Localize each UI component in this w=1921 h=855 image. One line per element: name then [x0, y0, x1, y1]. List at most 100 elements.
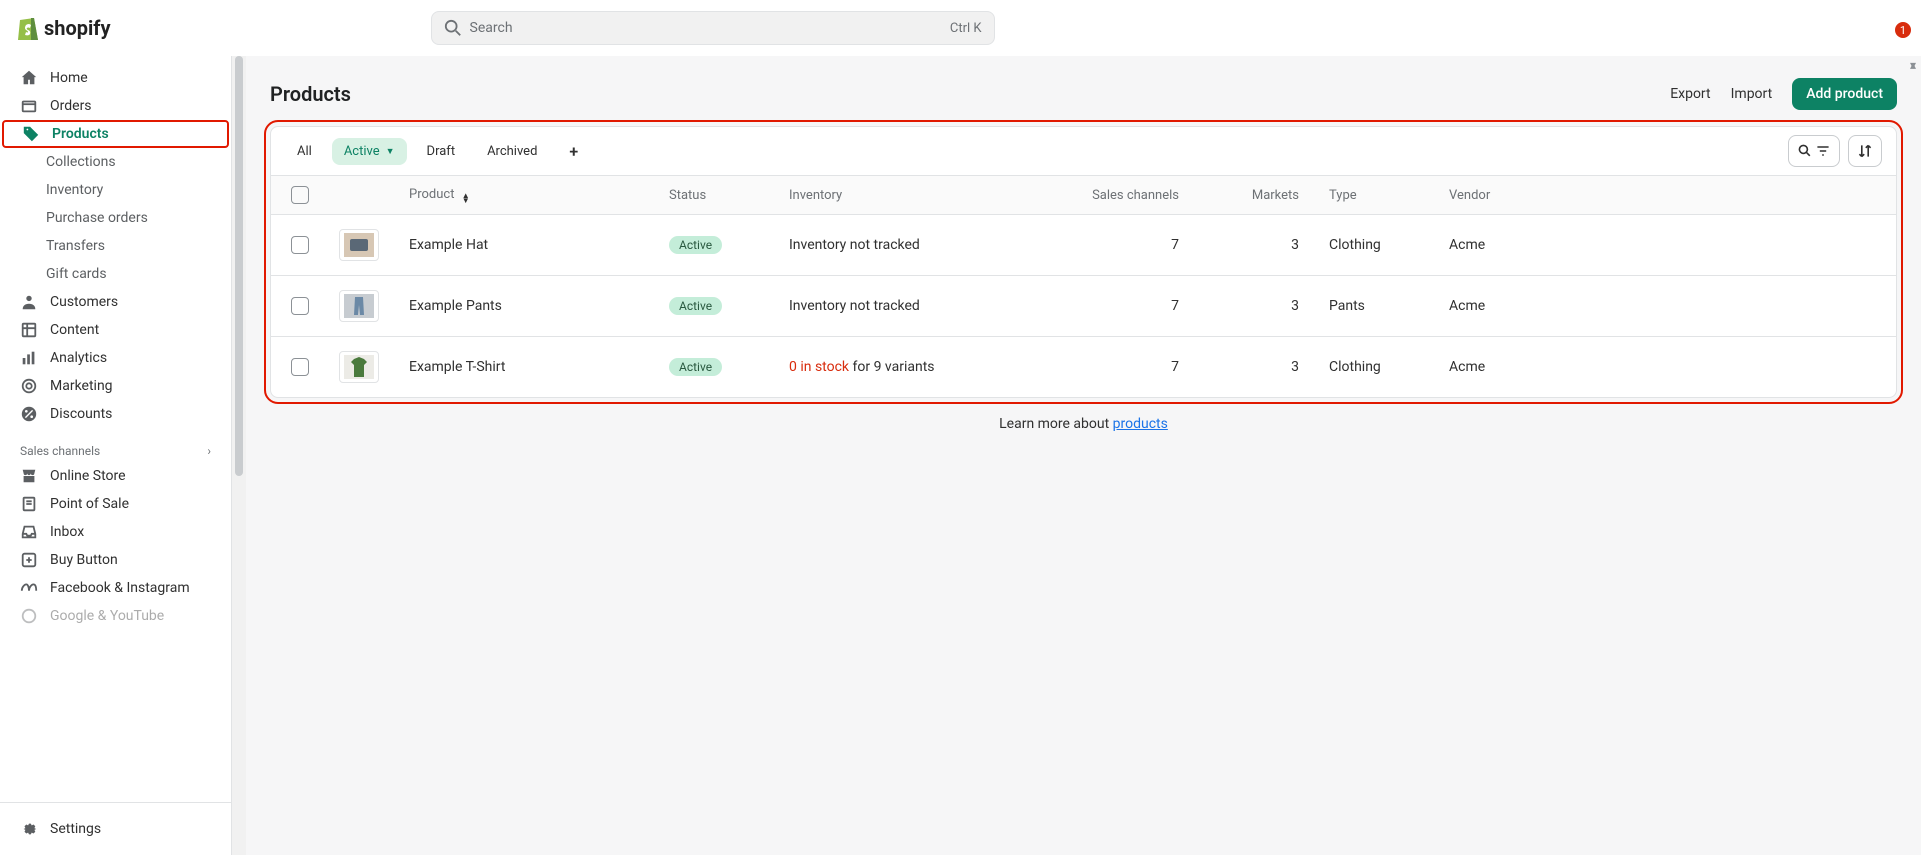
select-all-checkbox[interactable] — [291, 186, 309, 204]
sidebar-item-label: Discounts — [50, 406, 112, 422]
search-placeholder: Search — [470, 20, 950, 36]
orders-icon — [20, 97, 38, 115]
page-title: Products — [270, 82, 351, 106]
content-icon — [20, 321, 38, 339]
row-checkbox[interactable] — [291, 358, 309, 376]
markets-cell: 3 — [1209, 237, 1329, 253]
brand-logo[interactable]: shopify — [16, 14, 111, 42]
sidebar-item-label: Facebook & Instagram — [50, 580, 190, 596]
search-filter-button[interactable] — [1788, 135, 1840, 167]
export-button[interactable]: Export — [1670, 86, 1710, 102]
inventory-cell: Inventory not tracked — [789, 237, 1069, 253]
markets-cell: 3 — [1209, 359, 1329, 375]
chevron-right-icon[interactable]: › — [207, 444, 211, 458]
status-badge: Active — [669, 297, 722, 315]
vendor-cell: Acme — [1449, 298, 1599, 314]
sidebar-item-facebook[interactable]: Facebook & Instagram — [0, 574, 231, 602]
table-header: Product ▲▼ Status Inventory Sales channe… — [271, 175, 1896, 215]
add-product-button[interactable]: Add product — [1792, 78, 1897, 110]
tab-all[interactable]: All — [285, 138, 324, 165]
sidebar-item-marketing[interactable]: Marketing — [0, 372, 231, 400]
tab-archived[interactable]: Archived — [475, 138, 549, 165]
main-content: Products Export Import Add product All A… — [246, 56, 1921, 855]
shopify-bag-icon — [16, 14, 40, 42]
tag-icon — [22, 125, 40, 143]
col-type[interactable]: Type — [1329, 188, 1449, 203]
sidebar-sub-giftcards[interactable]: Gift cards — [0, 260, 231, 288]
sidebar-item-label: Products — [52, 126, 109, 142]
table-row[interactable]: Example T-ShirtActive0 in stock for 9 va… — [271, 337, 1896, 397]
gear-icon — [20, 820, 38, 838]
sidebar-item-label: Home — [50, 70, 88, 86]
search-shortcut: Ctrl K — [950, 21, 982, 36]
sidebar-item-google[interactable]: Google & YouTube — [0, 602, 231, 630]
sidebar-item-pos[interactable]: Point of Sale — [0, 490, 231, 518]
person-icon — [20, 293, 38, 311]
target-icon — [20, 377, 38, 395]
type-cell: Clothing — [1329, 359, 1449, 375]
sidebar-item-orders[interactable]: Orders — [0, 92, 231, 120]
col-vendor[interactable]: Vendor — [1449, 188, 1599, 203]
product-name[interactable]: Example T-Shirt — [409, 359, 669, 375]
sidebar-item-discounts[interactable]: Discounts — [0, 400, 231, 428]
sales-cell: 7 — [1069, 237, 1209, 253]
sort-button[interactable] — [1848, 135, 1882, 167]
store-icon — [20, 467, 38, 485]
row-checkbox[interactable] — [291, 297, 309, 315]
products-help-link[interactable]: products — [1113, 416, 1168, 432]
row-checkbox[interactable] — [291, 236, 309, 254]
import-button[interactable]: Import — [1731, 86, 1773, 102]
add-view-button[interactable]: + — [557, 136, 590, 167]
sidebar-scrollbar[interactable]: ▴ ▾ — [232, 56, 246, 855]
home-icon — [20, 69, 38, 87]
type-cell: Pants — [1329, 298, 1449, 314]
sidebar-item-settings[interactable]: Settings — [0, 815, 231, 843]
col-product[interactable]: Product ▲▼ — [409, 187, 669, 203]
sidebar-item-analytics[interactable]: Analytics — [0, 344, 231, 372]
sidebar-item-label: Settings — [50, 821, 101, 837]
col-inventory[interactable]: Inventory — [789, 188, 1069, 203]
sidebar-item-label: Google & YouTube — [50, 608, 164, 624]
sidebar-item-label: Inbox — [50, 524, 84, 540]
col-sales[interactable]: Sales channels — [1069, 188, 1209, 203]
sidebar-item-inbox[interactable]: Inbox — [0, 518, 231, 546]
plus-box-icon — [20, 551, 38, 569]
sidebar-item-label: Point of Sale — [50, 496, 129, 512]
sidebar-sub-collections[interactable]: Collections — [0, 148, 231, 176]
markets-cell: 3 — [1209, 298, 1329, 314]
sidebar-item-online-store[interactable]: Online Store — [0, 462, 231, 490]
product-name[interactable]: Example Hat — [409, 237, 669, 253]
tab-draft[interactable]: Draft — [415, 138, 468, 165]
sidebar-sub-purchase-orders[interactable]: Purchase orders — [0, 204, 231, 232]
table-row[interactable]: Example PantsActive Inventory not tracked… — [271, 276, 1896, 337]
table-row[interactable]: Example HatActive Inventory not tracked73… — [271, 215, 1896, 276]
global-search[interactable]: Search Ctrl K — [431, 11, 995, 45]
sidebar-item-label: Customers — [50, 294, 118, 310]
sidebar-item-customers[interactable]: Customers — [0, 288, 231, 316]
sidebar-item-home[interactable]: Home — [0, 64, 231, 92]
sort-caret-icon: ▲▼ — [462, 193, 470, 203]
tab-active[interactable]: Active ▼ — [332, 138, 407, 165]
type-cell: Clothing — [1329, 237, 1449, 253]
vendor-cell: Acme — [1449, 237, 1599, 253]
sidebar: Home Orders Products Collections Invento… — [0, 56, 232, 855]
sidebar-item-products[interactable]: Products — [2, 120, 229, 148]
inventory-cell: Inventory not tracked — [789, 298, 1069, 314]
product-thumbnail — [339, 290, 379, 322]
product-name[interactable]: Example Pants — [409, 298, 669, 314]
sidebar-item-label: Orders — [50, 98, 92, 114]
sidebar-sub-transfers[interactable]: Transfers — [0, 232, 231, 260]
product-thumbnail — [339, 351, 379, 383]
sidebar-sub-inventory[interactable]: Inventory — [0, 176, 231, 204]
sidebar-item-buy-button[interactable]: Buy Button — [0, 546, 231, 574]
percent-icon — [20, 405, 38, 423]
pos-icon — [20, 495, 38, 513]
status-badge: Active — [669, 236, 722, 254]
sales-cell: 7 — [1069, 359, 1209, 375]
sidebar-item-label: Online Store — [50, 468, 126, 484]
col-markets[interactable]: Markets — [1209, 188, 1329, 203]
sidebar-item-content[interactable]: Content — [0, 316, 231, 344]
learn-more: Learn more about products — [270, 398, 1897, 436]
col-status[interactable]: Status — [669, 188, 789, 203]
search-icon — [444, 19, 462, 37]
